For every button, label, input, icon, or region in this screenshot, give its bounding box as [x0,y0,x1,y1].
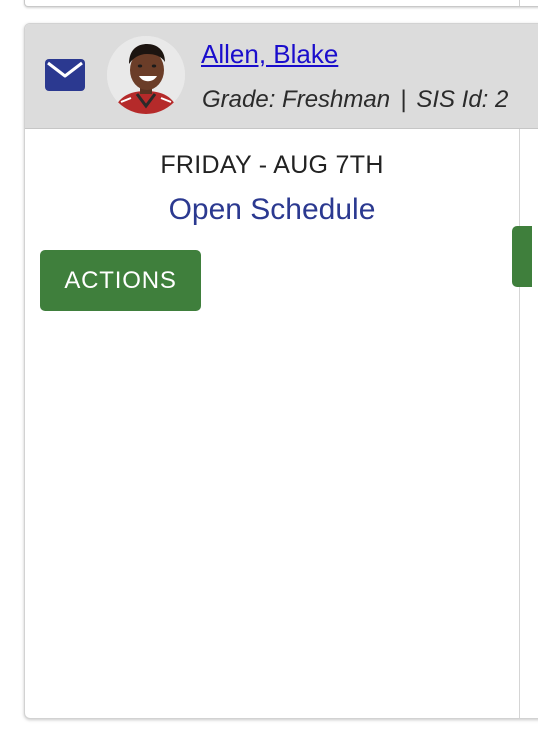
page: Allen, Blake Grade: Freshman | SIS Id: 2 F… [0,0,538,734]
envelope-icon [46,60,84,90]
day-title: FRIDAY - AUG 7TH [160,151,384,179]
actions-button[interactable]: ACTIONS [40,250,201,311]
student-photo [107,36,185,114]
student-meta: Grade: Freshman | SIS Id: 2 [202,86,508,114]
student-sis-id: SIS Id: 2 [416,86,509,113]
next-day-actions-button[interactable] [512,226,532,287]
previous-student-card [24,0,538,7]
student-card: Allen, Blake Grade: Freshman | SIS Id: 2 F… [24,23,538,719]
meta-separator: | [400,86,407,113]
avatar [107,36,185,114]
student-grade: Grade: Freshman [202,86,391,113]
student-name-link[interactable]: Allen, Blake [201,39,338,70]
column-divider [519,0,520,6]
email-student-button[interactable] [45,59,85,91]
open-schedule-link[interactable]: Open Schedule [25,193,519,227]
schedule-day-column: FRIDAY - AUG 7TH Open Schedule ACTIONS [25,129,520,718]
student-card-header: Allen, Blake Grade: Freshman | SIS Id: 2 [25,24,538,129]
